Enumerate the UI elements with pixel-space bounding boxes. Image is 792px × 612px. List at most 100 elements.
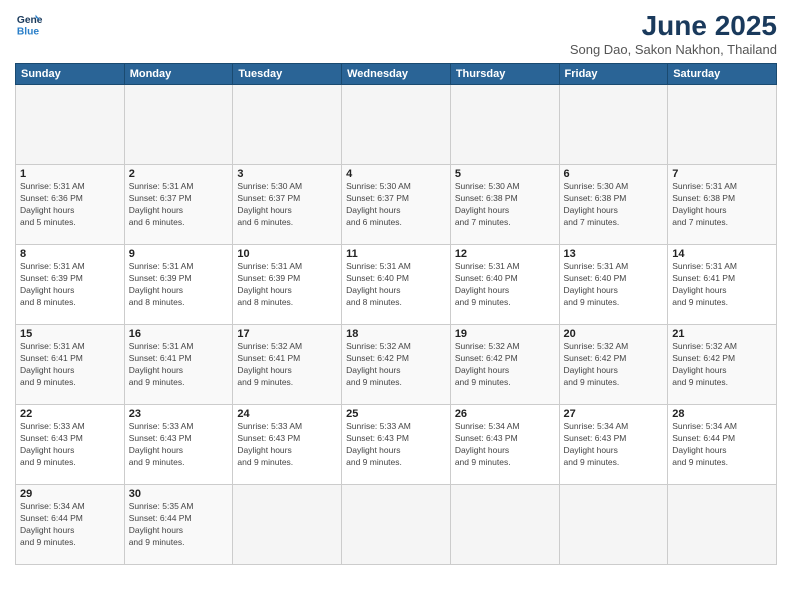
table-row: 6Sunrise: 5:30 AMSunset: 6:38 PMDaylight… xyxy=(559,165,668,245)
table-row xyxy=(16,85,125,165)
table-row: 10Sunrise: 5:31 AMSunset: 6:39 PMDayligh… xyxy=(233,245,342,325)
day-detail: Sunrise: 5:31 AMSunset: 6:40 PMDaylight … xyxy=(564,261,664,309)
table-row: 21Sunrise: 5:32 AMSunset: 6:42 PMDayligh… xyxy=(668,325,777,405)
day-detail: Sunrise: 5:35 AMSunset: 6:44 PMDaylight … xyxy=(129,501,229,549)
table-row: 15Sunrise: 5:31 AMSunset: 6:41 PMDayligh… xyxy=(16,325,125,405)
day-detail: Sunrise: 5:32 AMSunset: 6:42 PMDaylight … xyxy=(346,341,446,389)
day-detail: Sunrise: 5:33 AMSunset: 6:43 PMDaylight … xyxy=(346,421,446,469)
day-number: 25 xyxy=(346,408,446,420)
day-detail: Sunrise: 5:31 AMSunset: 6:41 PMDaylight … xyxy=(129,341,229,389)
day-number: 12 xyxy=(455,248,555,260)
day-detail: Sunrise: 5:30 AMSunset: 6:38 PMDaylight … xyxy=(564,181,664,229)
day-detail: Sunrise: 5:31 AMSunset: 6:39 PMDaylight … xyxy=(129,261,229,309)
day-number: 4 xyxy=(346,168,446,180)
svg-text:Blue: Blue xyxy=(17,26,40,37)
table-row xyxy=(559,85,668,165)
day-detail: Sunrise: 5:31 AMSunset: 6:41 PMDaylight … xyxy=(20,341,120,389)
table-row xyxy=(124,85,233,165)
day-detail: Sunrise: 5:31 AMSunset: 6:39 PMDaylight … xyxy=(237,261,337,309)
day-detail: Sunrise: 5:33 AMSunset: 6:43 PMDaylight … xyxy=(20,421,120,469)
table-row xyxy=(668,485,777,565)
col-monday: Monday xyxy=(124,64,233,85)
day-detail: Sunrise: 5:32 AMSunset: 6:41 PMDaylight … xyxy=(237,341,337,389)
table-row: 16Sunrise: 5:31 AMSunset: 6:41 PMDayligh… xyxy=(124,325,233,405)
table-row: 27Sunrise: 5:34 AMSunset: 6:43 PMDayligh… xyxy=(559,405,668,485)
day-detail: Sunrise: 5:31 AMSunset: 6:40 PMDaylight … xyxy=(455,261,555,309)
day-detail: Sunrise: 5:30 AMSunset: 6:37 PMDaylight … xyxy=(237,181,337,229)
day-number: 29 xyxy=(20,488,120,500)
day-number: 10 xyxy=(237,248,337,260)
table-row: 2Sunrise: 5:31 AMSunset: 6:37 PMDaylight… xyxy=(124,165,233,245)
table-row xyxy=(342,85,451,165)
table-row: 30Sunrise: 5:35 AMSunset: 6:44 PMDayligh… xyxy=(124,485,233,565)
table-row: 11Sunrise: 5:31 AMSunset: 6:40 PMDayligh… xyxy=(342,245,451,325)
table-row: 19Sunrise: 5:32 AMSunset: 6:42 PMDayligh… xyxy=(450,325,559,405)
day-number: 19 xyxy=(455,328,555,340)
calendar-header-row: Sunday Monday Tuesday Wednesday Thursday… xyxy=(16,64,777,85)
table-row: 4Sunrise: 5:30 AMSunset: 6:37 PMDaylight… xyxy=(342,165,451,245)
col-sunday: Sunday xyxy=(16,64,125,85)
calendar-table: Sunday Monday Tuesday Wednesday Thursday… xyxy=(15,63,777,565)
day-detail: Sunrise: 5:32 AMSunset: 6:42 PMDaylight … xyxy=(564,341,664,389)
table-row xyxy=(668,85,777,165)
day-detail: Sunrise: 5:32 AMSunset: 6:42 PMDaylight … xyxy=(672,341,772,389)
logo-icon: General Blue xyxy=(15,10,43,38)
table-row: 5Sunrise: 5:30 AMSunset: 6:38 PMDaylight… xyxy=(450,165,559,245)
day-number: 15 xyxy=(20,328,120,340)
main-title: June 2025 xyxy=(570,10,777,42)
day-detail: Sunrise: 5:34 AMSunset: 6:44 PMDaylight … xyxy=(20,501,120,549)
table-row: 26Sunrise: 5:34 AMSunset: 6:43 PMDayligh… xyxy=(450,405,559,485)
day-detail: Sunrise: 5:30 AMSunset: 6:38 PMDaylight … xyxy=(455,181,555,229)
table-row: 28Sunrise: 5:34 AMSunset: 6:44 PMDayligh… xyxy=(668,405,777,485)
day-number: 16 xyxy=(129,328,229,340)
day-number: 11 xyxy=(346,248,446,260)
day-number: 1 xyxy=(20,168,120,180)
day-number: 18 xyxy=(346,328,446,340)
day-number: 5 xyxy=(455,168,555,180)
day-number: 22 xyxy=(20,408,120,420)
table-row: 14Sunrise: 5:31 AMSunset: 6:41 PMDayligh… xyxy=(668,245,777,325)
day-detail: Sunrise: 5:32 AMSunset: 6:42 PMDaylight … xyxy=(455,341,555,389)
col-thursday: Thursday xyxy=(450,64,559,85)
day-number: 21 xyxy=(672,328,772,340)
day-number: 30 xyxy=(129,488,229,500)
day-number: 17 xyxy=(237,328,337,340)
table-row: 13Sunrise: 5:31 AMSunset: 6:40 PMDayligh… xyxy=(559,245,668,325)
table-row: 25Sunrise: 5:33 AMSunset: 6:43 PMDayligh… xyxy=(342,405,451,485)
table-row: 9Sunrise: 5:31 AMSunset: 6:39 PMDaylight… xyxy=(124,245,233,325)
day-detail: Sunrise: 5:34 AMSunset: 6:44 PMDaylight … xyxy=(672,421,772,469)
day-detail: Sunrise: 5:31 AMSunset: 6:41 PMDaylight … xyxy=(672,261,772,309)
day-detail: Sunrise: 5:30 AMSunset: 6:37 PMDaylight … xyxy=(346,181,446,229)
table-row: 24Sunrise: 5:33 AMSunset: 6:43 PMDayligh… xyxy=(233,405,342,485)
day-number: 7 xyxy=(672,168,772,180)
table-row: 1Sunrise: 5:31 AMSunset: 6:36 PMDaylight… xyxy=(16,165,125,245)
table-row: 3Sunrise: 5:30 AMSunset: 6:37 PMDaylight… xyxy=(233,165,342,245)
table-row xyxy=(559,485,668,565)
day-detail: Sunrise: 5:33 AMSunset: 6:43 PMDaylight … xyxy=(129,421,229,469)
table-row: 20Sunrise: 5:32 AMSunset: 6:42 PMDayligh… xyxy=(559,325,668,405)
col-saturday: Saturday xyxy=(668,64,777,85)
table-row xyxy=(233,485,342,565)
day-number: 23 xyxy=(129,408,229,420)
day-detail: Sunrise: 5:31 AMSunset: 6:36 PMDaylight … xyxy=(20,181,120,229)
day-number: 2 xyxy=(129,168,229,180)
svg-text:General: General xyxy=(17,15,43,26)
day-detail: Sunrise: 5:31 AMSunset: 6:40 PMDaylight … xyxy=(346,261,446,309)
day-detail: Sunrise: 5:34 AMSunset: 6:43 PMDaylight … xyxy=(564,421,664,469)
day-number: 28 xyxy=(672,408,772,420)
day-detail: Sunrise: 5:33 AMSunset: 6:43 PMDaylight … xyxy=(237,421,337,469)
table-row: 18Sunrise: 5:32 AMSunset: 6:42 PMDayligh… xyxy=(342,325,451,405)
page-header: General Blue June 2025 Song Dao, Sakon N… xyxy=(15,10,777,57)
day-number: 13 xyxy=(564,248,664,260)
day-number: 6 xyxy=(564,168,664,180)
col-wednesday: Wednesday xyxy=(342,64,451,85)
day-number: 26 xyxy=(455,408,555,420)
table-row xyxy=(342,485,451,565)
table-row: 23Sunrise: 5:33 AMSunset: 6:43 PMDayligh… xyxy=(124,405,233,485)
day-number: 8 xyxy=(20,248,120,260)
table-row xyxy=(233,85,342,165)
day-number: 14 xyxy=(672,248,772,260)
day-detail: Sunrise: 5:34 AMSunset: 6:43 PMDaylight … xyxy=(455,421,555,469)
day-number: 3 xyxy=(237,168,337,180)
day-detail: Sunrise: 5:31 AMSunset: 6:39 PMDaylight … xyxy=(20,261,120,309)
